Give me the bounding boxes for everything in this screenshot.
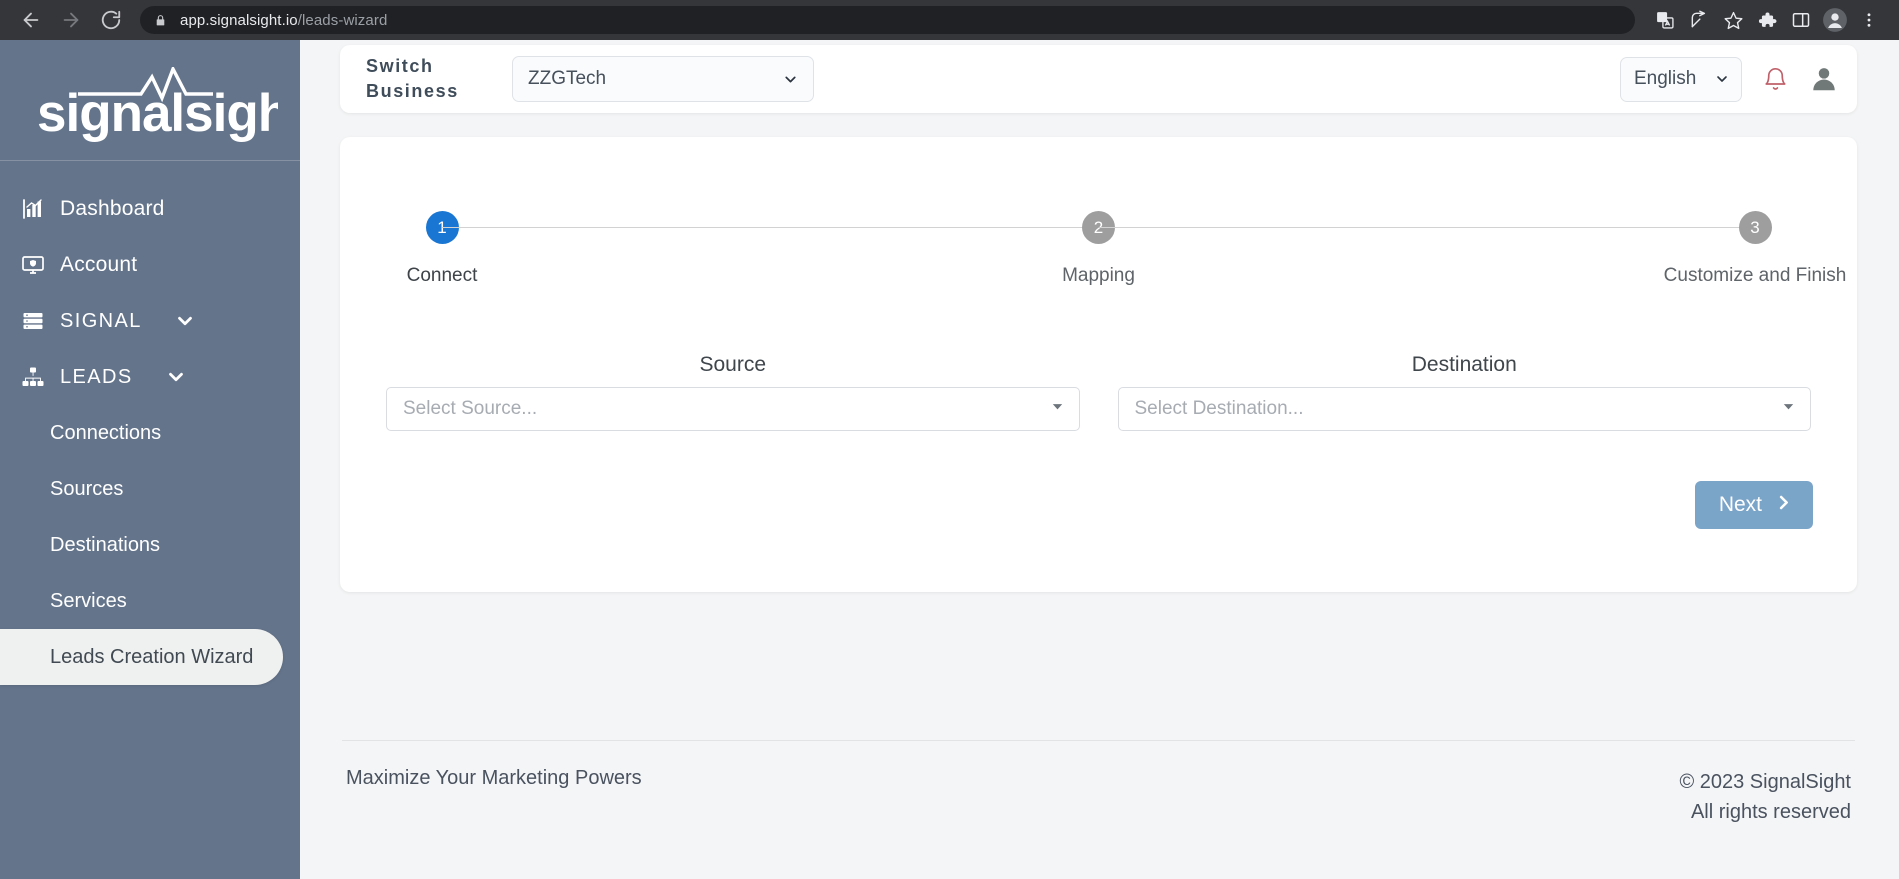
sidebar-subitem-label: Sources — [50, 477, 124, 500]
brand-logo[interactable]: signalsight — [0, 40, 300, 160]
user-avatar-icon[interactable] — [1809, 64, 1839, 94]
translate-icon[interactable]: G — [1649, 4, 1681, 36]
chevron-down-icon — [1714, 71, 1730, 87]
three-dot-menu-icon[interactable] — [1853, 4, 1885, 36]
business-select[interactable]: ZZGTech — [512, 56, 814, 102]
sidebar-item-label: LEADS — [60, 365, 133, 388]
server-stack-icon — [20, 308, 46, 334]
bookmark-star-icon[interactable] — [1717, 4, 1749, 36]
app-shell: signalsight Dashboard Account — [0, 40, 1899, 879]
profile-avatar-icon[interactable] — [1819, 4, 1851, 36]
wizard-card: 1 Connect 2 Mapping 3 Customize and Fini… — [340, 137, 1857, 592]
address-bar[interactable]: app.signalsight.io/leads-wizard — [140, 6, 1635, 34]
chevron-down-icon — [782, 71, 799, 88]
extensions-puzzle-icon[interactable] — [1751, 4, 1783, 36]
wizard-actions: Next — [376, 431, 1821, 529]
step-number-badge: 3 — [1738, 211, 1772, 244]
next-button[interactable]: Next — [1694, 481, 1813, 529]
footer-spacer — [342, 827, 1855, 879]
url-path: /leads-wizard — [297, 11, 388, 29]
sidebar-item-leads-creation-wizard[interactable]: Leads Creation Wizard — [0, 629, 283, 685]
destination-select[interactable]: Select Destination... — [1117, 387, 1811, 431]
switch-business-label: Switch Business — [366, 54, 486, 104]
wizard-stepper: 1 Connect 2 Mapping 3 Customize and Fini… — [376, 137, 1846, 287]
reload-button[interactable] — [94, 3, 128, 37]
language-select[interactable]: English — [1620, 56, 1742, 102]
step-label: Connect — [406, 265, 478, 286]
footer-copyright-line: © 2023 SignalSight — [1679, 771, 1851, 793]
side-panel-icon[interactable] — [1785, 4, 1817, 36]
language-select-value: English — [1634, 68, 1697, 89]
topbar-actions: English — [1620, 56, 1839, 102]
source-field: Source Select Source... — [386, 353, 1080, 431]
sidebar-subitem-label: Connections — [50, 421, 162, 444]
footer-rights-line: All rights reserved — [1690, 801, 1851, 823]
sidebar-subitem-label: Leads Creation Wizard — [50, 645, 254, 668]
lock-icon — [154, 13, 167, 28]
browser-toolbar: app.signalsight.io/leads-wizard G — [0, 0, 1899, 40]
next-button-label: Next — [1718, 493, 1762, 516]
svg-text:signalsight: signalsight — [37, 84, 278, 143]
page-footer: Maximize Your Marketing Powers © 2023 Si… — [340, 740, 1857, 879]
sitemap-icon — [20, 364, 46, 390]
browser-actions: G — [1649, 4, 1885, 36]
main-content: Switch Business ZZGTech English 1 Connec… — [300, 40, 1899, 879]
url-domain: app.signalsight.io — [180, 11, 298, 29]
step-connector-line — [1098, 227, 1755, 228]
dropdown-caret-icon — [1050, 398, 1065, 420]
dropdown-caret-icon — [1781, 398, 1796, 420]
connect-form: Source Select Source... Destination Sele… — [376, 287, 1821, 431]
signalsight-logo-icon: signalsight — [23, 67, 278, 143]
chevron-down-icon[interactable] — [165, 366, 187, 388]
sidebar-item-connections[interactable]: Connections — [0, 405, 300, 461]
sidebar-item-destinations[interactable]: Destinations — [0, 517, 300, 573]
sidebar-item-dashboard[interactable]: Dashboard — [0, 181, 300, 237]
sidebar: signalsight Dashboard Account — [0, 40, 300, 879]
source-select[interactable]: Select Source... — [386, 387, 1080, 431]
step-label: Customize and Finish — [1663, 265, 1847, 286]
sidebar-item-label: Account — [60, 253, 138, 276]
switch-business-label-line2: Business — [366, 81, 459, 101]
business-select-value: ZZGTech — [528, 68, 607, 89]
sidebar-item-label: Dashboard — [60, 197, 165, 220]
sidebar-subitem-label: Destinations — [50, 533, 161, 556]
source-label: Source — [699, 353, 767, 376]
sidebar-item-signal[interactable]: SIGNAL — [0, 293, 300, 349]
chevron-right-icon — [1774, 493, 1793, 518]
topbar-card: Switch Business ZZGTech English — [340, 45, 1857, 113]
destination-label: Destination — [1411, 353, 1517, 376]
chevron-down-icon[interactable] — [174, 310, 196, 332]
bar-chart-icon — [20, 196, 46, 222]
step-label: Mapping — [1062, 265, 1135, 286]
destination-select-placeholder: Select Destination... — [1134, 398, 1304, 419]
sidebar-item-leads[interactable]: LEADS — [0, 349, 300, 405]
share-icon[interactable] — [1683, 4, 1715, 36]
footer-tagline: Maximize Your Marketing Powers — [346, 767, 642, 789]
forward-button[interactable] — [54, 3, 88, 37]
sidebar-nav: Dashboard Account SIGNAL LEADS Connectio… — [0, 161, 300, 685]
destination-field: Destination Select Destination... — [1117, 353, 1811, 431]
notification-bell-icon[interactable] — [1762, 66, 1789, 93]
sidebar-item-services[interactable]: Services — [0, 573, 300, 629]
step-connector-line — [442, 227, 1099, 228]
back-button[interactable] — [14, 3, 48, 37]
source-select-placeholder: Select Source... — [403, 398, 538, 419]
sidebar-item-sources[interactable]: Sources — [0, 461, 300, 517]
monitor-shield-icon — [20, 252, 46, 278]
sidebar-subitem-label: Services — [50, 589, 127, 612]
switch-business-label-line1: Switch — [366, 56, 434, 76]
sidebar-item-label: SIGNAL — [60, 309, 142, 332]
sidebar-item-account[interactable]: Account — [0, 237, 300, 293]
url-text: app.signalsight.io/leads-wizard — [180, 12, 387, 29]
footer-copyright: © 2023 SignalSight All rights reserved — [1679, 767, 1851, 827]
